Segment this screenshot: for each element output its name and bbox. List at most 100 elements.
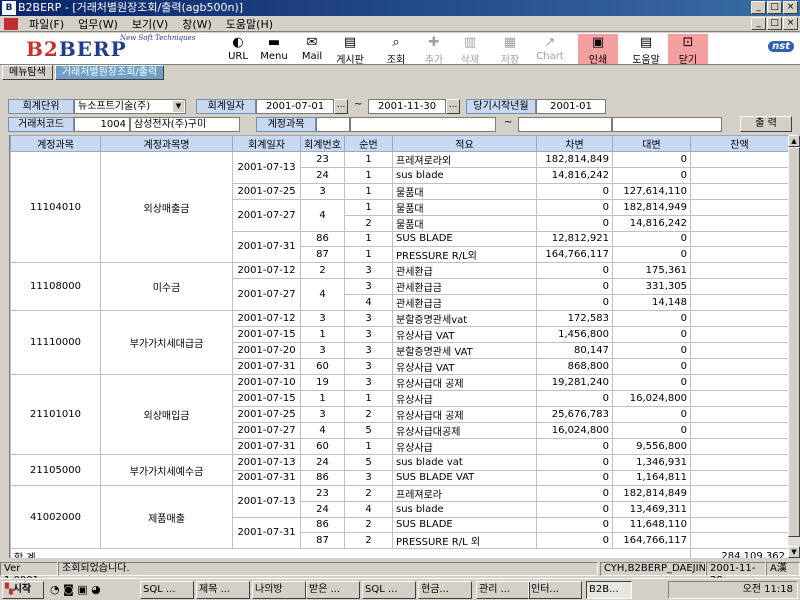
credit-cell[interactable]: 331,305: [612, 278, 691, 295]
seq-cell[interactable]: 4: [344, 501, 393, 518]
column-header[interactable]: 순번: [344, 135, 393, 152]
credit-cell[interactable]: 182,814,849: [612, 485, 691, 502]
debit-cell[interactable]: 12,812,921: [536, 230, 613, 247]
voucher-no-cell[interactable]: 2: [300, 262, 345, 279]
debit-cell[interactable]: 16,024,800: [536, 422, 613, 439]
date-cell[interactable]: 2001-07-10: [232, 374, 301, 391]
voucher-no-cell[interactable]: 4: [300, 422, 345, 439]
memo-cell[interactable]: 관세환급: [392, 262, 537, 279]
credit-cell[interactable]: 0: [612, 342, 691, 359]
seq-cell[interactable]: 3: [344, 374, 393, 391]
date-cell[interactable]: 2001-07-27: [232, 198, 301, 232]
chevron-down-icon[interactable]: ▼: [173, 101, 184, 112]
date-cell[interactable]: 2001-07-12: [232, 262, 301, 279]
date-cell[interactable]: 2001-07-15: [232, 390, 301, 407]
credit-cell[interactable]: 11,648,110: [612, 516, 691, 533]
memo-cell[interactable]: 유상사급: [392, 390, 537, 407]
seq-cell[interactable]: 3: [344, 278, 393, 295]
debit-cell[interactable]: 0: [536, 438, 613, 455]
date-from-picker-button[interactable]: ...: [334, 99, 348, 114]
column-header[interactable]: 잔액: [690, 135, 788, 152]
seq-cell[interactable]: 3: [344, 262, 393, 279]
maximize-button[interactable]: □: [767, 1, 782, 14]
credit-cell[interactable]: 182,814,949: [612, 198, 691, 216]
memo-cell[interactable]: 유상사급대공제: [392, 422, 537, 439]
debit-cell[interactable]: 25,676,783: [536, 406, 613, 423]
memo-cell[interactable]: 관세환급금: [392, 294, 537, 311]
account-name-cell[interactable]: 부가가치세대급금: [100, 310, 233, 375]
table-row[interactable]: 11110000 부가가치세대급금 2001-07-12 3 3 분할증명관세vat 172…: [10, 310, 788, 375]
seq-cell[interactable]: 1: [344, 438, 393, 455]
taskbar-item[interactable]: 받은 ...: [306, 581, 360, 599]
memo-cell[interactable]: 유상사급 VAT: [392, 358, 537, 375]
seq-cell[interactable]: 3: [344, 326, 393, 343]
seq-cell[interactable]: 2: [344, 516, 393, 533]
voucher-no-cell[interactable]: 4: [300, 198, 345, 232]
voucher-no-cell[interactable]: 1: [300, 390, 345, 407]
taskbar-item[interactable]: 제목 ...: [196, 581, 250, 599]
table-row[interactable]: 41002000 제품매출 2001-07-13 23 2 프레져로라 0 182,814,8…: [10, 485, 788, 549]
date-cell[interactable]: 2001-07-13: [232, 454, 301, 471]
memo-cell[interactable]: PRESSURE R/L 외: [392, 532, 537, 549]
account-name-cell[interactable]: 외상매입금: [100, 374, 233, 455]
toolbar-button-3[interactable]: ▤ 게시판: [330, 34, 370, 67]
seq-cell[interactable]: 3: [344, 358, 393, 375]
credit-cell[interactable]: 0: [612, 230, 691, 247]
voucher-no-cell[interactable]: 23: [300, 485, 345, 502]
app-icon[interactable]: B: [2, 1, 16, 15]
balance-cell[interactable]: [690, 151, 788, 168]
balance-cell[interactable]: [690, 294, 788, 311]
date-from-input[interactable]: 2001-07-01: [256, 99, 334, 114]
ledger-grid[interactable]: 계정과목 계정과목명 회계일자 회계번호 순번 적요 차변 대변 잔액 11104010 외상매출…: [10, 135, 788, 558]
date-to-input[interactable]: 2001-11-30: [368, 99, 446, 114]
debit-cell[interactable]: 0: [536, 182, 613, 200]
voucher-no-cell[interactable]: 24: [300, 501, 345, 518]
voucher-no-cell[interactable]: 60: [300, 438, 345, 455]
taskbar-item[interactable]: 현금...: [418, 581, 472, 599]
seq-cell[interactable]: 1: [344, 182, 393, 200]
column-header[interactable]: 계정과목명: [100, 135, 233, 152]
seq-cell[interactable]: 1: [344, 246, 393, 263]
balance-cell[interactable]: [690, 262, 788, 279]
account-to-code-input[interactable]: [518, 117, 612, 132]
credit-cell[interactable]: 0: [612, 326, 691, 343]
memo-cell[interactable]: 유상사급대 공제: [392, 374, 537, 391]
seq-cell[interactable]: 1: [344, 198, 393, 216]
seq-cell[interactable]: 5: [344, 422, 393, 439]
account-name-cell[interactable]: 미수금: [100, 262, 233, 311]
debit-cell[interactable]: 172,583: [536, 310, 613, 327]
voucher-no-cell[interactable]: 86: [300, 516, 345, 533]
voucher-no-cell[interactable]: 86: [300, 230, 345, 247]
seq-cell[interactable]: 3: [344, 342, 393, 359]
account-name-cell[interactable]: 부가가치세예수금: [100, 454, 233, 486]
date-cell[interactable]: 2001-07-20: [232, 342, 301, 359]
debit-cell[interactable]: 0: [536, 198, 613, 216]
seq-cell[interactable]: 4: [344, 294, 393, 311]
balance-cell[interactable]: [690, 358, 788, 375]
credit-cell[interactable]: 0: [612, 167, 691, 184]
menu-view[interactable]: 보기(V): [125, 16, 175, 32]
date-cell[interactable]: 2001-07-15: [232, 326, 301, 343]
seq-cell[interactable]: 1: [344, 167, 393, 184]
voucher-no-cell[interactable]: 4: [300, 278, 345, 311]
date-to-picker-button[interactable]: ...: [446, 99, 460, 114]
credit-cell[interactable]: 0: [612, 151, 691, 168]
date-cell[interactable]: 2001-07-31: [232, 358, 301, 375]
balance-cell[interactable]: [690, 516, 788, 533]
memo-cell[interactable]: 프레져로라외: [392, 151, 537, 168]
memo-cell[interactable]: sus blade vat: [392, 454, 537, 471]
taskbar-item[interactable]: B2B...: [586, 581, 632, 599]
date-cell[interactable]: 2001-07-13: [232, 151, 301, 184]
debit-cell[interactable]: 0: [536, 390, 613, 407]
balance-cell[interactable]: [690, 374, 788, 391]
balance-cell[interactable]: [690, 406, 788, 423]
tab-client-ledger[interactable]: 거래처별원장조회/출력: [54, 65, 165, 80]
toolbar-button-4[interactable]: ⌕ 조회: [376, 34, 416, 67]
menu-help[interactable]: 도움말(H): [219, 16, 280, 32]
mdi-close-button[interactable]: ×: [783, 17, 798, 30]
toolbar-button-6[interactable]: ▥ 삭제: [450, 34, 490, 67]
account-code-cell[interactable]: 11104010: [10, 151, 101, 263]
document-icon[interactable]: [4, 17, 18, 30]
menu-work[interactable]: 업무(W): [71, 16, 125, 32]
debit-cell[interactable]: 19,281,240: [536, 374, 613, 391]
